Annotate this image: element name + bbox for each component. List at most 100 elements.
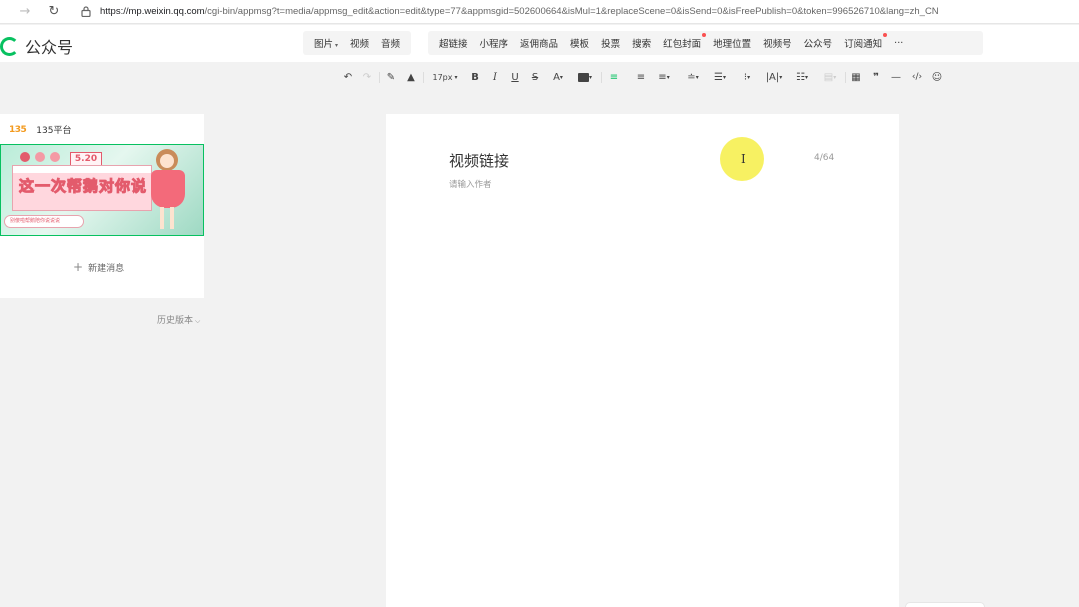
cover-dot [35, 152, 45, 162]
bold-icon[interactable]: B [469, 70, 481, 84]
insert-menu-label: 公众号 [803, 39, 833, 50]
new-badge-dot [702, 33, 707, 37]
indent-icon[interactable]: ≐ ▾ [683, 70, 703, 84]
insert-menu-item[interactable]: 图片 ▾ [308, 36, 344, 50]
account-header: 135 135平台 [9, 123, 72, 137]
insert-menu-item[interactable]: 超链接 [433, 36, 474, 50]
cover-character-dress [151, 170, 185, 208]
bullet-list-icon[interactable]: ☷ ▾ [792, 70, 812, 84]
chevron-down-icon: ▾ [454, 73, 458, 81]
align-center-icon[interactable]: ≡ [634, 70, 648, 84]
insert-menu-item[interactable]: 地理位置 [707, 36, 757, 50]
logo-icon [0, 36, 19, 56]
title-char-count: 4/64 [814, 153, 835, 163]
background-color-icon[interactable]: ▾ [575, 70, 595, 84]
letter-spacing-icon[interactable]: |A| ▾ [764, 70, 784, 84]
insert-menu-label: 订阅通知 [844, 39, 883, 50]
toolbar-divider [423, 72, 424, 83]
reload-icon[interactable]: ↻ [46, 4, 62, 20]
align-justify-icon[interactable]: ≡ ▾ [654, 70, 674, 84]
article-list-panel: 135 135平台 5.20 这一次帮鹅对你说 别傻啦帮鹅陪你说说说 + 新建消… [0, 114, 204, 298]
toolbar-divider [601, 72, 602, 83]
undo-icon[interactable]: ↶ [342, 70, 354, 84]
insert-menu-item[interactable]: 红包封面 [657, 33, 707, 50]
chevron-down-icon: ⌵ [195, 317, 201, 325]
paragraph-spacing-icon[interactable]: ⁝ ▾ [737, 70, 757, 84]
code-icon[interactable]: ‹/› [909, 70, 925, 84]
cover-character-face [160, 154, 174, 168]
cover-subline: 别傻啦帮鹅陪你说说说 [4, 215, 84, 228]
wechat-logo[interactable]: 公众号 [0, 34, 73, 58]
format-toolbar: ↶ ↷ ✎ ▲ 17px ▾ B I U S A ▾ ▾ ≡ ≡ ≡ ▾ ≐ ▾ ☰ ▾ … [0, 63, 1079, 92]
insert-menu-item[interactable]: 订阅通知 [838, 33, 888, 50]
forward-icon[interactable]: → [17, 4, 33, 20]
insert-menu-label: 投票 [601, 39, 621, 50]
insert-menu-item[interactable]: 搜索 [626, 36, 657, 50]
account-name: 135平台 [36, 126, 72, 136]
insert-menu-item[interactable]: 投票 [595, 36, 626, 50]
insert-menu-item[interactable]: 小程序 [474, 36, 515, 50]
insert-menu-item[interactable]: 视频号 [757, 36, 798, 50]
strikethrough-icon[interactable]: S [529, 70, 541, 84]
format-painter-icon[interactable]: ✎ [385, 70, 397, 84]
floating-widget[interactable] [905, 602, 985, 607]
italic-icon[interactable]: I [489, 70, 501, 84]
plus-icon: + [73, 260, 84, 274]
align-left-icon[interactable]: ≡ [607, 70, 621, 84]
insert-menu-item[interactable]: 返佣商品 [514, 36, 564, 50]
chevron-down-icon: ▾ [335, 42, 339, 49]
insert-menu-label: 搜索 [632, 39, 652, 50]
insert-tools-group: 超链接 小程序 返佣商品 模板 投票 搜索 红包封面 地理位置 视频号 公众号 订阅通知 ··· [428, 31, 983, 55]
insert-menu-label: 地理位置 [713, 39, 752, 50]
insert-menu-item[interactable]: 公众号 [798, 36, 839, 50]
browser-address-bar: → ↻ https://mp.weixin.qq.com/cgi-bin/app… [0, 0, 1079, 24]
insert-menu-label: ··· [894, 37, 904, 49]
article-title-input[interactable]: 视频链接 [449, 150, 509, 171]
line-height-icon[interactable]: ☰ ▾ [710, 70, 730, 84]
history-label: 历史版本 [157, 316, 194, 326]
url-host: https://mp.weixin.qq.com [100, 6, 205, 17]
quote-icon[interactable]: ❞ [870, 70, 882, 84]
clear-format-icon[interactable]: ▲ [405, 70, 417, 84]
underline-icon[interactable]: U [509, 70, 521, 84]
insert-menu-label: 图片 [314, 39, 334, 50]
insert-menu-label: 视频号 [763, 39, 792, 50]
font-size-select[interactable]: 17px ▾ [429, 70, 461, 84]
history-version-link[interactable]: 历史版本 ⌵ [157, 313, 200, 326]
new-message-button[interactable]: + 新建消息 [73, 260, 124, 274]
cover-dot [50, 152, 60, 162]
insert-menu-label: 红包封面 [663, 39, 702, 50]
redo-icon[interactable]: ↷ [361, 70, 373, 84]
app-header: 公众号 图片 ▾ 视频 音频 超链接 小程序 返佣商品 模板 投票 搜索 红包封面 地理位置 视频号公… [0, 25, 1079, 62]
toolbar-divider [379, 72, 380, 83]
article-cover-card[interactable]: 5.20 这一次帮鹅对你说 别傻啦帮鹅陪你说说说 [0, 144, 204, 236]
table-icon[interactable]: ▦ [850, 70, 862, 84]
editor-canvas[interactable]: 视频链接 4/64 请输入作者 [386, 114, 899, 607]
text-cursor-icon: I [741, 152, 746, 166]
emoji-icon[interactable]: ☺ [930, 70, 944, 84]
url-field[interactable]: https://mp.weixin.qq.com/cgi-bin/appmsg?… [100, 6, 939, 17]
insert-menu-label: 模板 [570, 39, 590, 50]
cover-date-badge: 5.20 [70, 152, 102, 166]
logo-text: 公众号 [25, 38, 74, 57]
cover-window-bar: 5.20 [2, 150, 162, 166]
insert-menu-label: 返佣商品 [520, 39, 559, 50]
new-badge-dot [883, 33, 888, 37]
url-path: /cgi-bin/appmsg?t=media/appmsg_edit&acti… [204, 6, 939, 17]
insert-menu-item[interactable]: 模板 [564, 36, 595, 50]
numbered-list-icon[interactable]: ▤ ▾ [820, 70, 840, 84]
account-logo: 135 [9, 124, 27, 135]
cover-dot [20, 152, 30, 162]
insert-media-group: 图片 ▾ 视频 音频 [303, 31, 411, 55]
insert-menu-item[interactable]: 视频 [344, 36, 375, 50]
font-color-icon[interactable]: A ▾ [549, 70, 567, 84]
insert-menu-label: 音频 [381, 39, 401, 50]
insert-menu-item[interactable]: 音频 [375, 36, 406, 50]
cover-headline: 这一次帮鹅对你说 [18, 177, 148, 196]
lock-icon[interactable] [78, 4, 94, 20]
author-input[interactable]: 请输入作者 [449, 178, 492, 190]
divider-line-icon[interactable]: — [890, 70, 902, 84]
toolbar-divider [845, 72, 846, 83]
new-message-label: 新建消息 [88, 263, 125, 274]
insert-menu-item[interactable]: ··· [888, 38, 909, 49]
